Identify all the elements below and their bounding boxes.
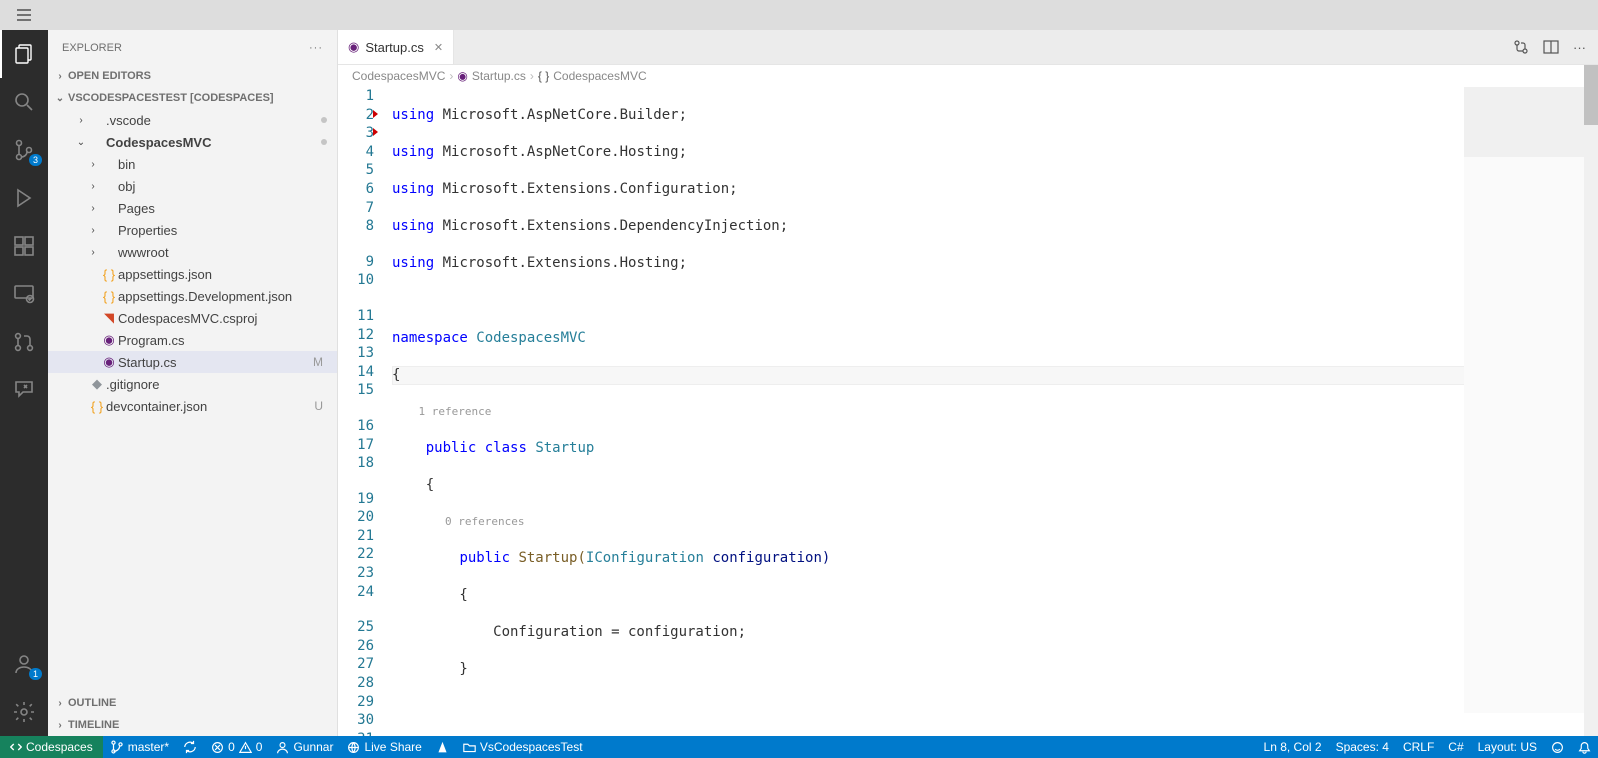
editor-more-icon[interactable]: ··· (1573, 40, 1586, 55)
split-editor-icon[interactable] (1543, 39, 1559, 55)
notifications-bell-icon[interactable] (1571, 736, 1598, 758)
tree-folder[interactable]: ›wwwroot (48, 241, 337, 263)
feedback-icon[interactable] (0, 366, 48, 414)
liveshare-user[interactable]: Gunnar (269, 736, 340, 758)
tree-file[interactable]: ◉Startup.csM (48, 351, 337, 373)
app-menu-icon[interactable] (0, 7, 48, 23)
status-bar: Codespaces master* 0 0 Gunnar Live Share… (0, 736, 1598, 758)
source-control-icon[interactable]: 3 (0, 126, 48, 174)
code-content[interactable]: using Microsoft.AspNetCore.Builder; usin… (392, 87, 1598, 736)
code-editor[interactable]: 1 2 3 4 5 6 7 8 9 10 11 12 13 14 15 (338, 87, 1598, 736)
codespace-folder[interactable]: VsCodespacesTest (456, 736, 590, 758)
remote-explorer-icon[interactable] (0, 270, 48, 318)
git-branch[interactable]: master* (103, 736, 176, 758)
tree-folder[interactable]: ›bin (48, 153, 337, 175)
tab-label: Startup.cs (365, 40, 424, 55)
editor-tabs: ◉ Startup.cs ✕ ··· (338, 30, 1598, 65)
line-gutter: 1 2 3 4 5 6 7 8 9 10 11 12 13 14 15 (338, 87, 392, 736)
tree-file[interactable]: { }appsettings.Development.json (48, 285, 337, 307)
explorer-sidebar: EXPLORER ··· ›OPEN EDITORS ⌄VSCODESPACES… (48, 30, 338, 736)
breadcrumbs[interactable]: CodespacesMVC› ◉Startup.cs› { }Codespace… (338, 65, 1598, 87)
titlebar (0, 0, 1598, 30)
tree-folder[interactable]: ›obj (48, 175, 337, 197)
tree-folder[interactable]: ›Properties (48, 219, 337, 241)
tree-folder[interactable]: ›.vscode (48, 109, 337, 131)
search-icon[interactable] (0, 78, 48, 126)
github-pr-icon[interactable] (0, 318, 48, 366)
indentation[interactable]: Spaces: 4 (1329, 736, 1396, 758)
tree-file[interactable]: { }devcontainer.jsonU (48, 395, 337, 417)
extensions-icon[interactable] (0, 222, 48, 270)
tree-folder[interactable]: ›Pages (48, 197, 337, 219)
open-editors-section[interactable]: ›OPEN EDITORS (48, 65, 337, 87)
tree-file[interactable]: ◥CodespacesMVC.csproj (48, 307, 337, 329)
editor-area: ◉ Startup.cs ✕ ··· CodespacesMVC› ◉Start… (338, 30, 1598, 736)
sidebar-title: EXPLORER ··· (48, 30, 337, 65)
accounts-badge: 1 (29, 668, 42, 680)
tree-file[interactable]: ◉Program.cs (48, 329, 337, 351)
timeline-section[interactable]: ›TIMELINE (48, 714, 337, 736)
tree-folder[interactable]: ⌄CodespacesMVC (48, 131, 337, 153)
cursor-position[interactable]: Ln 8, Col 2 (1257, 736, 1329, 758)
tree-file[interactable]: { }appsettings.json (48, 263, 337, 285)
feedback-smiley-icon[interactable] (1544, 736, 1571, 758)
scm-badge: 3 (29, 154, 42, 166)
file-tree: ›.vscode⌄CodespacesMVC›bin›obj›Pages›Pro… (48, 109, 337, 692)
problems[interactable]: 0 0 (204, 736, 269, 758)
language-mode[interactable]: C# (1441, 736, 1470, 758)
scrollbar[interactable] (1584, 65, 1598, 736)
keyboard-layout[interactable]: Layout: US (1471, 736, 1544, 758)
azure-icon[interactable] (429, 736, 456, 758)
remote-indicator[interactable]: Codespaces (0, 736, 103, 758)
workspace-section[interactable]: ⌄VSCODESPACESTEST [CODESPACES] (48, 87, 337, 109)
activity-bar: 3 1 (0, 30, 48, 736)
sidebar-more-icon[interactable]: ··· (309, 42, 323, 54)
sync-icon[interactable] (176, 736, 204, 758)
run-debug-icon[interactable] (0, 174, 48, 222)
liveshare[interactable]: Live Share (340, 736, 428, 758)
accounts-icon[interactable]: 1 (0, 640, 48, 688)
settings-gear-icon[interactable] (0, 688, 48, 736)
minimap[interactable] (1464, 87, 1584, 713)
compare-changes-icon[interactable] (1513, 39, 1529, 55)
csharp-icon: ◉ (348, 39, 359, 55)
tab-startup-cs[interactable]: ◉ Startup.cs ✕ (338, 30, 454, 64)
close-icon[interactable]: ✕ (430, 41, 443, 54)
outline-section[interactable]: ›OUTLINE (48, 692, 337, 714)
explorer-icon[interactable] (0, 30, 48, 78)
eol[interactable]: CRLF (1396, 736, 1441, 758)
tree-file[interactable]: ◆.gitignore (48, 373, 337, 395)
